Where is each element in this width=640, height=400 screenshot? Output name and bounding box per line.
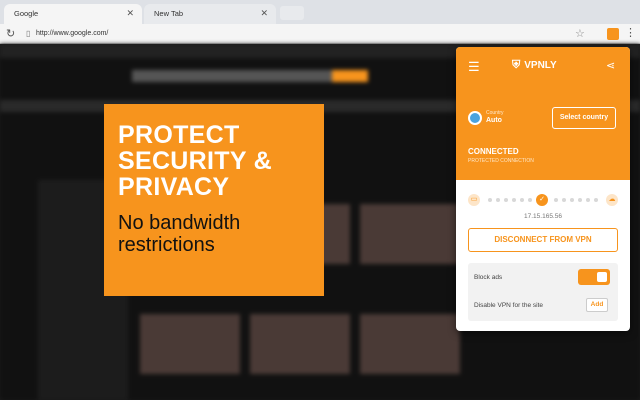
- device-icon: ▭: [468, 194, 480, 206]
- close-icon[interactable]: ✕: [126, 8, 134, 19]
- bg-thumbnail: [360, 204, 460, 264]
- hamburger-menu-icon[interactable]: ☰: [468, 59, 480, 75]
- check-icon: ✓: [536, 194, 548, 206]
- disconnect-button[interactable]: DISCONNECT FROM VPN: [468, 228, 618, 252]
- country-value: Auto: [486, 117, 502, 124]
- track-dot: [488, 198, 492, 202]
- tab-new-tab[interactable]: New Tab ✕: [144, 4, 276, 24]
- vpn-settings: Block ads Disable VPN for the site Add: [468, 263, 618, 321]
- shield-icon: ⛨: [512, 59, 521, 71]
- tab-label: New Tab: [154, 9, 184, 18]
- connection-status-sub: PROTECTED CONNECTION: [468, 158, 534, 164]
- block-ads-toggle[interactable]: [578, 269, 610, 285]
- track-dot: [496, 198, 500, 202]
- country-flag-icon: [468, 111, 482, 125]
- reload-icon[interactable]: ↻: [6, 27, 15, 40]
- promo-headline: PROTECT SECURITY & PRIVACY: [118, 122, 310, 200]
- track-dot: [504, 198, 508, 202]
- tab-bar: Google ✕ New Tab ✕: [0, 0, 640, 24]
- vpn-header: ☰ ⛨ VPNLY ⋖ Country Auto Select country …: [456, 47, 630, 180]
- headline-line: PRIVACY: [118, 173, 230, 201]
- track-dot: [520, 198, 524, 202]
- track-dot: [528, 198, 532, 202]
- track-dot: [578, 198, 582, 202]
- headline-line: PROTECT: [118, 121, 240, 149]
- track-dot: [554, 198, 558, 202]
- promo-box: PROTECT SECURITY & PRIVACY No bandwidth …: [104, 104, 324, 296]
- add-button[interactable]: Add: [586, 298, 608, 312]
- browser-menu-icon[interactable]: ⋮: [625, 26, 636, 39]
- new-tab-button[interactable]: [280, 6, 304, 20]
- country-label: Country: [486, 110, 504, 116]
- headline-line: SECURITY &: [118, 147, 272, 175]
- bg-thumbnail: [140, 314, 240, 374]
- share-icon[interactable]: ⋖: [606, 59, 615, 72]
- vpn-popup: ☰ ⛨ VPNLY ⋖ Country Auto Select country …: [456, 47, 630, 331]
- address-bar: ↻ ▯ http://www.google.com/ ☆ ⋮: [0, 24, 640, 44]
- tab-label: Google: [14, 9, 39, 18]
- bookmark-star-icon[interactable]: ☆: [575, 27, 585, 40]
- tab-google[interactable]: Google ✕: [4, 4, 142, 24]
- subtext-line: No bandwidth: [118, 212, 241, 234]
- track-dot: [562, 198, 566, 202]
- bg-thumbnail: [360, 314, 460, 374]
- bg-thumbnail: [250, 314, 350, 374]
- connection-track: ▭ ✓ ☁: [468, 193, 618, 207]
- vpn-logo: ⛨ VPNLY: [512, 59, 557, 72]
- bg-search-button: [332, 70, 368, 82]
- select-country-button[interactable]: Select country: [552, 107, 616, 129]
- track-dot: [586, 198, 590, 202]
- track-dot: [570, 198, 574, 202]
- track-dot: [594, 198, 598, 202]
- promo-subtext: No bandwidth restrictions: [118, 212, 310, 256]
- cloud-icon: ☁: [606, 194, 618, 206]
- vpn-brand: VPNLY: [524, 60, 557, 71]
- ip-address: 17.15.165.56: [524, 213, 562, 220]
- close-icon[interactable]: ✕: [260, 8, 268, 19]
- track-dot: [512, 198, 516, 202]
- disable-site-label: Disable VPN for the site: [474, 302, 544, 309]
- connection-status: CONNECTED: [468, 147, 519, 156]
- url-text: http://www.google.com/: [36, 30, 109, 37]
- subtext-line: restrictions: [118, 234, 215, 256]
- bg-search: [132, 70, 332, 82]
- page-icon: ▯: [26, 29, 31, 38]
- block-ads-label: Block ads: [474, 274, 503, 281]
- toggle-knob: [597, 272, 607, 282]
- vpn-extension-icon[interactable]: [607, 28, 619, 40]
- url-input[interactable]: ▯ http://www.google.com/: [22, 27, 582, 41]
